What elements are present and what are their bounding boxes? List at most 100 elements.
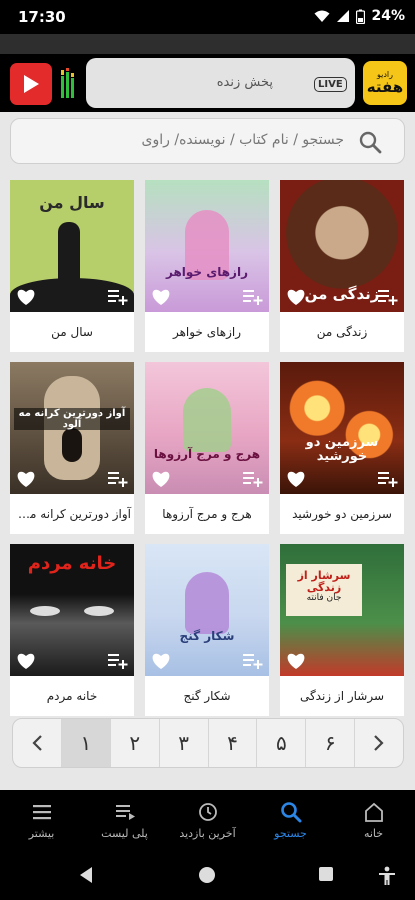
bottom-nav: خانه جستجو آخرین بازدید پلی لیست بیشتر <box>0 790 415 850</box>
nav-more[interactable]: بیشتر <box>0 790 83 850</box>
status-icons: 24% <box>314 8 405 24</box>
nav-playlist-label: پلی لیست <box>101 826 148 840</box>
book-cover: سال من <box>10 180 134 312</box>
heart-icon[interactable] <box>151 288 171 306</box>
add-to-playlist-icon[interactable] <box>243 652 263 670</box>
heart-icon[interactable] <box>151 652 171 670</box>
book-grid: زندگی من زندگی من رازهای خواهر رازهای خو… <box>10 180 407 716</box>
book-title: شکار گنج <box>183 689 231 703</box>
heart-icon[interactable] <box>16 470 36 488</box>
book-cover: سرزمین دو خورشید <box>280 362 404 494</box>
book-cover: خانه مردم <box>10 544 134 676</box>
book-card[interactable]: رازهای خواهر رازهای خواهر <box>145 180 269 352</box>
book-title: سال من <box>51 325 93 339</box>
search-placeholder: جستجو / نام کتاب / نویسنده/ راوی <box>141 132 344 148</box>
back-icon[interactable] <box>78 866 94 884</box>
book-card[interactable]: زندگی من زندگی من <box>280 180 404 352</box>
page-5-button[interactable]: ۵ <box>256 719 305 767</box>
top-divider <box>0 34 415 54</box>
add-to-playlist-icon[interactable] <box>378 470 398 488</box>
cover-title: خانه مردم <box>27 553 117 574</box>
add-to-playlist-icon[interactable] <box>108 470 128 488</box>
search-input[interactable]: جستجو / نام کتاب / نویسنده/ راوی <box>10 118 405 164</box>
cover-title: سال من <box>39 193 105 212</box>
page-6-button[interactable]: ۶ <box>305 719 354 767</box>
add-to-playlist-icon[interactable] <box>378 288 398 306</box>
book-title: سرزمین دو خورشید <box>292 507 392 521</box>
book-cover: رازهای خواهر <box>145 180 269 312</box>
nav-search[interactable]: جستجو <box>249 790 332 850</box>
book-card[interactable]: هرج و مرج آرزوها هرج و مرج آرزوها <box>145 362 269 534</box>
heart-icon[interactable] <box>286 652 306 670</box>
cover-title: رازهای خواهر <box>165 265 248 279</box>
cover-title: هرج و مرج آرزوها <box>153 447 261 461</box>
add-to-playlist-icon[interactable] <box>243 470 263 488</box>
live-badge: LIVE <box>314 77 347 92</box>
battery-saver-icon <box>356 9 366 24</box>
book-card[interactable]: سرزمین دو خورشید سرزمین دو خورشید <box>280 362 404 534</box>
book-card[interactable]: شکار گنج شکار گنج <box>145 544 269 716</box>
wifi-icon <box>314 10 330 22</box>
heart-icon[interactable] <box>286 288 306 306</box>
chevron-right-icon <box>374 735 384 751</box>
heart-icon[interactable] <box>16 652 36 670</box>
nav-home[interactable]: خانه <box>332 790 415 850</box>
book-card[interactable]: خانه مردم خانه مردم <box>10 544 134 716</box>
youtube-button[interactable] <box>10 63 52 105</box>
next-page-button[interactable] <box>354 719 403 767</box>
nav-playlist[interactable]: پلی لیست <box>83 790 166 850</box>
history-icon <box>198 802 217 821</box>
pagination: ۱ ۲ ۳ ۴ ۵ ۶ <box>12 718 404 768</box>
book-card[interactable]: سال من سال من <box>10 180 134 352</box>
app-logo[interactable]: رادیو هفته <box>363 61 407 105</box>
main-content: جستجو / نام کتاب / نویسنده/ راوی زندگی م… <box>0 112 415 790</box>
book-title: رازهای خواهر <box>172 325 241 339</box>
add-to-playlist-icon[interactable] <box>108 652 128 670</box>
nav-history-label: آخرین بازدید <box>179 826 236 840</box>
app-header: LIVE پخش زنده رادیو هفته <box>0 54 415 112</box>
equalizer-icon <box>61 68 74 98</box>
live-stream-label: پخش زنده <box>216 75 273 90</box>
status-bar: 17:30 24% <box>0 0 415 34</box>
book-card[interactable]: آواز دورترین کرانه مه آلود آواز دورترین … <box>10 362 134 534</box>
page-2-button[interactable]: ۲ <box>109 719 159 767</box>
page-4-button[interactable]: ۴ <box>207 719 257 767</box>
live-stream-bar[interactable]: LIVE پخش زنده <box>86 58 355 108</box>
add-to-playlist-icon[interactable] <box>108 288 128 306</box>
cover-title: سرزمین دو خورشید <box>305 435 379 465</box>
book-title: سرشار از زندگی <box>299 689 385 703</box>
prev-page-button[interactable] <box>13 719 61 767</box>
heart-icon[interactable] <box>16 288 36 306</box>
page-1-button[interactable]: ۱ <box>60 719 110 767</box>
accessibility-icon[interactable] <box>378 866 396 886</box>
home-circle-icon[interactable] <box>198 866 216 884</box>
signal-icon <box>337 10 350 22</box>
book-cover: سرشار از زندگی جان فانته <box>280 544 404 676</box>
book-title: آواز دورترین کرانه مه آ... <box>10 507 131 521</box>
add-to-playlist-icon[interactable] <box>243 288 263 306</box>
cover-author: جان فانته <box>306 593 342 603</box>
play-icon <box>24 75 39 93</box>
playlist-icon <box>115 804 135 820</box>
search-icon <box>359 131 382 154</box>
search-icon <box>280 801 301 822</box>
system-nav-bar <box>0 850 415 900</box>
cover-title: سرشار از زندگی <box>297 569 351 595</box>
book-cover: هرج و مرج آرزوها <box>145 362 269 494</box>
recents-icon[interactable] <box>318 866 334 882</box>
battery-percent: 24% <box>371 8 405 24</box>
heart-icon[interactable] <box>151 470 171 488</box>
logo-big-text: هفته <box>366 78 404 96</box>
nav-history[interactable]: آخرین بازدید <box>166 790 249 850</box>
page-3-button[interactable]: ۳ <box>158 719 208 767</box>
chevron-left-icon <box>32 735 42 751</box>
book-card[interactable]: سرشار از زندگی جان فانته سرشار از زندگی <box>280 544 404 716</box>
book-cover: شکار گنج <box>145 544 269 676</box>
nav-search-label: جستجو <box>274 826 307 840</box>
book-cover: آواز دورترین کرانه مه آلود <box>10 362 134 494</box>
status-time: 17:30 <box>18 8 66 26</box>
cover-title: شکار گنج <box>179 629 235 643</box>
menu-icon <box>32 804 51 819</box>
heart-icon[interactable] <box>286 470 306 488</box>
nav-home-label: خانه <box>363 826 384 840</box>
